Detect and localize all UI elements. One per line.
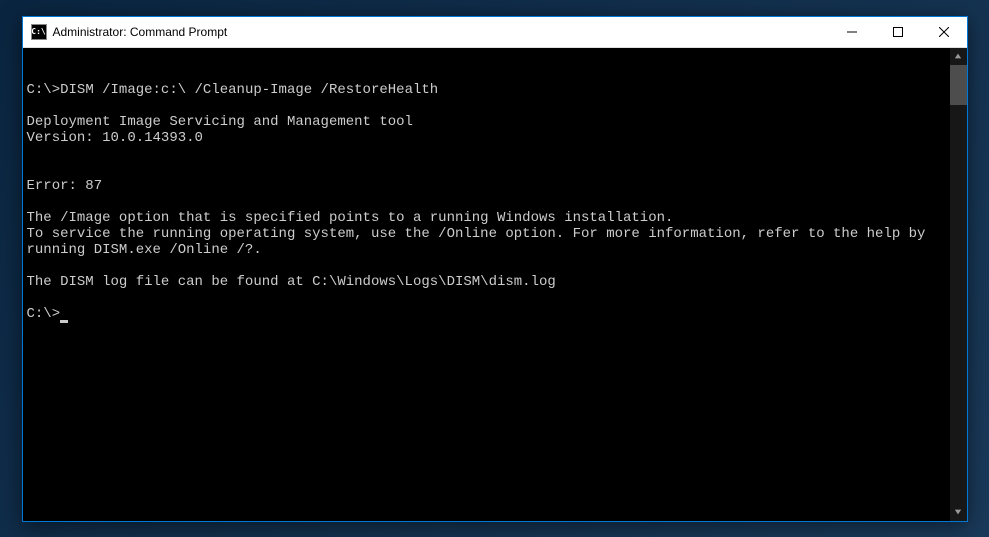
scroll-track[interactable] — [950, 65, 967, 504]
prompt-2: C:\> — [27, 306, 61, 322]
prompt-1: C:\> — [27, 82, 61, 98]
window-title: Administrator: Command Prompt — [53, 25, 829, 39]
close-button[interactable] — [921, 17, 967, 47]
cursor — [60, 320, 68, 323]
terminal-area[interactable]: C:\>DISM /Image:c:\ /Cleanup-Image /Rest… — [23, 48, 967, 521]
scroll-thumb[interactable] — [950, 65, 967, 105]
command-1: DISM /Image:c:\ /Cleanup-Image /RestoreH… — [60, 82, 438, 98]
output-line: Version: 10.0.14393.0 — [27, 130, 203, 146]
cmd-icon: C:\ — [31, 24, 47, 40]
output-line: Error: 87 — [27, 178, 103, 194]
titlebar[interactable]: C:\ Administrator: Command Prompt — [23, 17, 967, 48]
output-line: Deployment Image Servicing and Managemen… — [27, 114, 413, 130]
cmd-icon-label: C:\ — [31, 27, 45, 36]
output-line: The DISM log file can be found at C:\Win… — [27, 274, 556, 290]
output-line: To service the running operating system,… — [27, 226, 934, 258]
scroll-up-button[interactable] — [950, 48, 967, 65]
window-controls — [829, 17, 967, 47]
scrollbar[interactable] — [950, 48, 967, 521]
maximize-button[interactable] — [875, 17, 921, 47]
minimize-button[interactable] — [829, 17, 875, 47]
command-prompt-window: C:\ Administrator: Command Prompt C:\>DI… — [22, 16, 968, 522]
scroll-down-button[interactable] — [950, 504, 967, 521]
terminal-content: C:\>DISM /Image:c:\ /Cleanup-Image /Rest… — [27, 82, 963, 322]
output-line: The /Image option that is specified poin… — [27, 210, 674, 226]
